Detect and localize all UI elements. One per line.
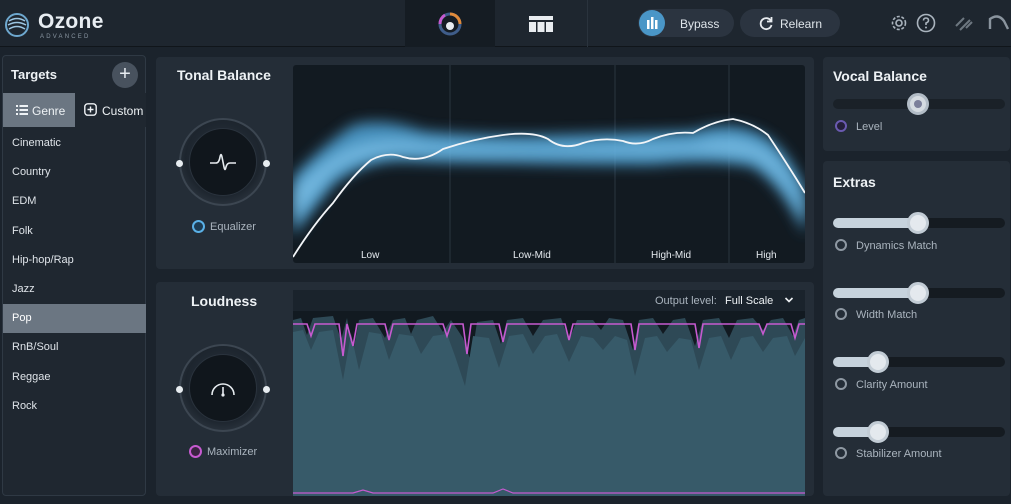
vocal-level-slider[interactable] <box>833 93 1005 115</box>
extras-panel: Extras Dynamics Match Width Match Clarit… <box>823 161 1010 496</box>
width-match-power-icon[interactable] <box>835 308 847 320</box>
loudness-graph: Output level: Full Scale <box>293 290 805 496</box>
bypass-icon <box>639 10 665 36</box>
dynamics-match-power-icon[interactable] <box>835 239 847 251</box>
gear-icon[interactable] <box>889 13 909 33</box>
list-icon <box>16 105 28 115</box>
bypass-button[interactable]: Bypass <box>638 9 734 37</box>
genre-item-cinematic[interactable]: Cinematic <box>3 129 146 158</box>
dynamics-match-label: Dynamics Match <box>856 240 938 252</box>
assistant-icon <box>438 12 462 35</box>
equalizer-label-group: Equalizer <box>192 220 256 233</box>
width-match-label-group: Width Match <box>835 308 917 321</box>
genre-item-folk[interactable]: Folk <box>3 217 146 246</box>
tab-assistant[interactable] <box>405 0 495 47</box>
modules-icon <box>529 15 553 32</box>
tonal-balance-panel: Tonal Balance Equalizer Low Low-Mid High… <box>156 57 814 269</box>
tab-modules[interactable] <box>495 0 588 47</box>
genre-item-pop[interactable]: Pop <box>3 304 146 334</box>
band-label-low: Low <box>361 250 380 261</box>
genre-item-country[interactable]: Country <box>3 158 146 187</box>
tonal-balance-curve <box>293 65 805 263</box>
plus-square-icon <box>84 103 97 116</box>
genre-item-edm[interactable]: EDM <box>3 187 146 216</box>
tab-genre[interactable]: Genre <box>3 93 75 127</box>
extras-title: Extras <box>833 174 876 190</box>
meter-icon <box>211 383 235 397</box>
ozone-logo: Ozone ADVANCED <box>4 8 114 40</box>
stabilizer-amount-thumb[interactable] <box>867 421 889 443</box>
help-icon[interactable] <box>916 13 936 33</box>
bypass-label: Bypass <box>680 17 720 31</box>
tab-genre-label: Genre <box>32 104 66 118</box>
chevron-down-icon[interactable] <box>784 295 794 305</box>
genre-item-jazz[interactable]: Jazz <box>3 275 146 304</box>
maximizer-power-icon[interactable] <box>189 445 202 458</box>
add-target-button[interactable]: + <box>112 62 138 88</box>
ozone-logo-icon <box>5 13 29 37</box>
relearn-button[interactable]: Relearn <box>740 9 840 37</box>
band-label-low-mid: Low-Mid <box>513 250 551 261</box>
stabilizer-amount-label-group: Stabilizer Amount <box>835 447 942 460</box>
loudness-waveform <box>293 316 805 496</box>
width-match-thumb[interactable] <box>907 282 929 304</box>
relearn-label: Relearn <box>780 17 823 31</box>
tab-custom-label: Custom <box>102 104 144 118</box>
clarity-amount-thumb[interactable] <box>867 351 889 373</box>
vocal-level-label: Level <box>856 121 883 133</box>
maximizer-label: Maximizer <box>207 446 258 458</box>
dynamics-match-label-group: Dynamics Match <box>835 239 937 252</box>
vocal-level-label-group: Level <box>835 120 882 133</box>
band-label-high-mid: High-Mid <box>651 250 692 261</box>
app-name: Ozone <box>38 10 104 33</box>
genre-item-hip-hop-rap[interactable]: Hip-hop/Rap <box>3 246 146 275</box>
maximizer-knob[interactable] <box>176 344 270 432</box>
genre-item-rnb-soul[interactable]: RnB/Soul <box>3 333 146 362</box>
top-bar: Ozone ADVANCED Bypass Relearn <box>0 0 1011 47</box>
maximizer-label-group: Maximizer <box>189 445 257 458</box>
width-match-slider[interactable] <box>833 282 1005 304</box>
output-level-label: Output level: <box>655 295 717 307</box>
equalizer-power-icon[interactable] <box>192 220 205 233</box>
link-icon[interactable] <box>953 13 975 33</box>
vocal-balance-title: Vocal Balance <box>833 68 927 84</box>
vocal-balance-panel: Vocal Balance Level <box>823 57 1010 151</box>
app-edition: ADVANCED <box>40 34 91 40</box>
targets-title: Targets <box>11 67 57 82</box>
dynamics-match-slider[interactable] <box>833 212 1005 234</box>
genre-list: Cinematic Country EDM Folk Hip-hop/Rap J… <box>3 129 146 421</box>
loudness-title: Loudness <box>191 293 258 309</box>
band-label-high: High <box>756 250 777 261</box>
equalizer-icon <box>210 153 236 171</box>
izotope-icon[interactable] <box>988 13 1010 33</box>
equalizer-knob[interactable] <box>176 118 270 206</box>
width-match-label: Width Match <box>856 309 918 321</box>
vocal-level-thumb[interactable] <box>907 93 929 115</box>
loudness-graph-header: Output level: Full Scale <box>293 290 805 311</box>
stabilizer-amount-power-icon[interactable] <box>835 447 847 459</box>
genre-item-rock[interactable]: Rock <box>3 392 146 421</box>
tonal-balance-title: Tonal Balance <box>177 67 271 83</box>
stabilizer-amount-label: Stabilizer Amount <box>856 448 942 460</box>
vocal-power-icon[interactable] <box>835 120 847 132</box>
relearn-icon <box>759 17 773 31</box>
stabilizer-amount-slider[interactable] <box>833 421 1005 443</box>
output-level-dropdown[interactable]: Full Scale <box>725 295 773 307</box>
equalizer-label: Equalizer <box>210 221 256 233</box>
genre-item-reggae[interactable]: Reggae <box>3 363 146 392</box>
clarity-amount-slider[interactable] <box>833 351 1005 373</box>
loudness-panel: Loudness Maximizer Output level: Full Sc… <box>156 282 814 496</box>
targets-panel: Targets + Genre Custom Cinematic Country… <box>2 55 146 496</box>
tonal-balance-graph: Low Low-Mid High-Mid High <box>293 65 805 263</box>
clarity-amount-label-group: Clarity Amount <box>835 378 928 391</box>
clarity-amount-power-icon[interactable] <box>835 378 847 390</box>
tab-custom[interactable]: Custom <box>76 93 146 127</box>
clarity-amount-label: Clarity Amount <box>856 379 928 391</box>
dynamics-match-thumb[interactable] <box>907 212 929 234</box>
